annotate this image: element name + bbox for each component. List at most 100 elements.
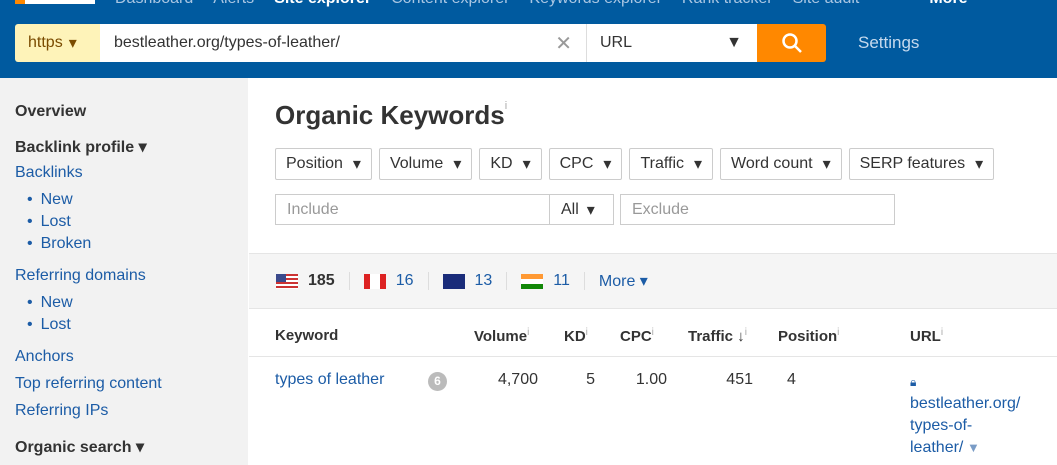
keyword-link[interactable]: types of leather (275, 371, 384, 389)
filter-serp-features[interactable]: SERP features ▾ (848, 148, 995, 180)
col-url[interactable]: URLi (910, 327, 943, 345)
caret-down-icon: ▾ (586, 201, 595, 219)
search-button[interactable] (757, 24, 826, 62)
nav-content-explorer[interactable]: Content explorer (391, 0, 509, 8)
lock-icon: 🔒︎ (910, 375, 917, 389)
info-icon[interactable]: i (586, 327, 588, 338)
cpc-value: 1.00 (635, 371, 667, 388)
include-input[interactable]: Include (275, 194, 550, 225)
nav-dashboard[interactable]: Dashboard (115, 0, 193, 8)
main-nav: Dashboard Alerts Site explorer Content e… (0, 0, 968, 8)
filter-label: Traffic (640, 155, 684, 172)
include-placeholder: Include (287, 200, 339, 218)
filter-cpc[interactable]: CPC ▾ (548, 148, 623, 180)
col-traffic[interactable]: Traffic ↓i (688, 327, 747, 345)
filter-label: KD (490, 155, 513, 172)
country-count: 16 (395, 272, 414, 289)
au-flag-icon (442, 273, 465, 289)
us-flag-icon (276, 273, 298, 289)
sidebar-anchors[interactable]: Anchors (15, 348, 74, 365)
sidebar-rd-lost[interactable]: Lost (41, 316, 71, 333)
sidebar-referring-domains[interactable]: Referring domains (15, 267, 146, 284)
filter-bar: Position ▾ Volume ▾ KD ▾ CPC ▾ Traffic ▾ Word… (275, 148, 995, 180)
sidebar-backlinks-new[interactable]: New (41, 191, 73, 208)
filter-volume[interactable]: Volume ▾ (378, 148, 473, 180)
col-keyword[interactable]: Keyword (275, 327, 338, 344)
sidebar-rd-new[interactable]: New (41, 294, 73, 311)
volume-value: 4,700 (497, 371, 538, 388)
col-kd[interactable]: KDi (564, 327, 588, 345)
caret-down-icon: ▼ (726, 34, 742, 51)
caret-down-icon: ▾ (68, 35, 77, 52)
filter-label: Word count (731, 155, 813, 172)
nav-keywords-explorer[interactable]: Keywords explorer (529, 0, 662, 8)
country-count: 11 (553, 272, 570, 289)
url-link[interactable]: bestleather.org/types-of-leather/ ▼ (910, 393, 1020, 459)
country-us[interactable]: 185 (276, 272, 350, 290)
position-value: 4 (787, 371, 796, 388)
traffic-value: 451 (726, 371, 753, 388)
col-volume[interactable]: Volumei (474, 327, 529, 345)
filter-word-count[interactable]: Word count ▾ (720, 148, 842, 180)
nav-site-explorer[interactable]: Site explorer (274, 0, 371, 8)
url-cell: 🔒︎ bestleather.org/types-of-leather/ ▼ (910, 371, 1020, 459)
filter-kd[interactable]: KD ▾ (479, 148, 542, 180)
country-in[interactable]: 11 (521, 272, 585, 290)
caret-down-icon[interactable]: ▼ (963, 440, 980, 455)
kd-value: 5 (586, 371, 595, 388)
protocol-select[interactable]: https ▾ (15, 24, 100, 62)
info-icon[interactable]: i (941, 327, 943, 338)
nav-rank-tracker[interactable]: Rank tracker (682, 0, 773, 8)
clear-icon[interactable]: ✕ (555, 31, 572, 56)
nav-more[interactable]: More (929, 0, 967, 8)
url-input[interactable]: bestleather.org/types-of-leather/ ✕ (100, 24, 586, 62)
sidebar-backlinks[interactable]: Backlinks (15, 164, 83, 181)
ahrefs-logo[interactable] (15, 0, 95, 4)
col-cpc[interactable]: CPCi (620, 327, 654, 345)
nav-alerts[interactable]: Alerts (213, 0, 254, 8)
caret-down-icon: ▾ (522, 156, 531, 173)
country-ca[interactable]: 16 (363, 272, 429, 290)
country-bar: 185 16 13 11 More ▾ (249, 253, 1057, 309)
title-text: Organic Keywords (275, 100, 505, 130)
sidebar-backlink-profile[interactable]: Backlink profile ▾ (15, 137, 147, 157)
serp-badge[interactable]: 6 (428, 372, 447, 391)
protocol-value: https (28, 34, 63, 51)
mode-value: URL (600, 34, 633, 51)
more-countries-button[interactable]: More ▾ (599, 271, 648, 291)
info-icon[interactable]: i (505, 100, 507, 112)
info-icon[interactable]: i (837, 327, 839, 338)
filter-position[interactable]: Position ▾ (275, 148, 372, 180)
main-content: Organic Keywordsi Position ▾ Volume ▾ KD ▾ … (249, 78, 1057, 465)
sort-desc-icon: ↓ (733, 328, 745, 345)
col-label: CPC (620, 328, 652, 345)
sidebar-overview[interactable]: Overview (15, 103, 86, 121)
url-line: leather/ (910, 439, 964, 456)
url-line: bestleather.org/ (910, 395, 1021, 412)
mode-select[interactable]: URL ▼ (586, 24, 757, 62)
info-icon[interactable]: i (745, 327, 747, 338)
settings-link[interactable]: Settings (858, 33, 919, 53)
sidebar-referring-ips[interactable]: Referring IPs (15, 402, 108, 419)
info-icon[interactable]: i (527, 327, 529, 338)
include-mode-select[interactable]: All ▾ (550, 194, 614, 225)
search-icon (781, 33, 802, 53)
info-icon[interactable]: i (652, 327, 654, 338)
sidebar-top-referring-content[interactable]: Top referring content (15, 375, 162, 392)
all-value: All (561, 200, 579, 218)
sidebar-organic-search[interactable]: Organic search ▾ (15, 437, 144, 457)
divider (249, 356, 1057, 357)
url-value: bestleather.org/types-of-leather/ (114, 34, 340, 51)
sidebar-backlinks-lost[interactable]: Lost (41, 213, 71, 230)
sidebar-backlinks-broken[interactable]: Broken (41, 235, 92, 252)
filter-traffic[interactable]: Traffic ▾ (629, 148, 714, 180)
col-label: URL (910, 328, 941, 345)
country-au[interactable]: 13 (442, 272, 508, 290)
country-count: 13 (474, 272, 493, 289)
exclude-input[interactable]: Exclude (620, 194, 895, 225)
caret-down-icon: ▾ (822, 156, 831, 173)
page-title: Organic Keywordsi (275, 100, 507, 131)
caret-down-icon: ▾ (694, 156, 703, 173)
nav-site-audit[interactable]: Site audit (793, 0, 860, 8)
col-position[interactable]: Positioni (778, 327, 839, 345)
